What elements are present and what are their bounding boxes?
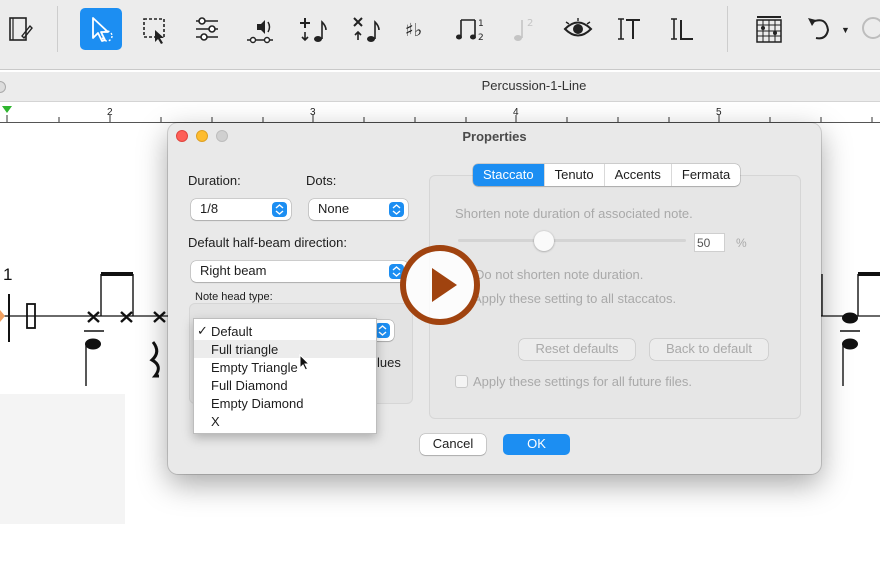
ruler-mark: 4 (513, 107, 519, 118)
chevron-updown-icon (272, 202, 287, 217)
dots-label: Dots: (306, 173, 337, 188)
tab-tenuto[interactable]: Tenuto (545, 164, 605, 186)
menu-item-default[interactable]: ✓ Default (194, 322, 376, 340)
sliders-icon[interactable] (186, 8, 228, 50)
menu-item-empty-diamond[interactable]: Empty Diamond (194, 394, 376, 412)
back-to-default-button[interactable]: Back to default (650, 339, 768, 360)
redo-icon[interactable] (862, 17, 880, 39)
svg-text:2: 2 (478, 33, 484, 43)
delete-note-icon[interactable] (345, 8, 387, 50)
document-edit-icon[interactable] (0, 8, 42, 50)
percent-unit: % (736, 236, 747, 250)
ok-button[interactable]: OK (503, 434, 570, 455)
half-beam-label: Default half-beam direction: (188, 235, 347, 250)
dots-select[interactable]: None (309, 199, 408, 220)
checkmark-icon: ✓ (197, 323, 208, 338)
voice-2-icon[interactable]: 2 (504, 8, 546, 50)
slider-thumb[interactable] (534, 231, 554, 251)
duration-label: Duration: (188, 173, 241, 188)
future-files-label: Apply these settings for all future file… (473, 374, 692, 389)
menu-item-full-triangle[interactable]: Full triangle (194, 340, 376, 358)
lyrics-cursor-icon[interactable] (661, 8, 703, 50)
svg-text:2: 2 (527, 18, 533, 29)
speaker-playback-icon[interactable] (239, 8, 281, 50)
main-toolbar: ♯♭ 12 2 ▼ (0, 0, 880, 70)
half-beam-select[interactable]: Right beam (191, 261, 408, 282)
half-beam-value: Right beam (200, 263, 267, 278)
tuplet-icon[interactable]: 12 (451, 8, 493, 50)
reset-defaults-button[interactable]: Reset defaults (519, 339, 635, 360)
menu-item-full-diamond[interactable]: Full Diamond (194, 376, 376, 394)
apply-all-staccatos-label[interactable]: Apply these setting to all staccatos. (473, 291, 676, 306)
ruler-mark: 2 (107, 107, 113, 118)
duration-value: 1/8 (200, 201, 219, 216)
dots-value: None (318, 201, 350, 216)
shorten-percent-input[interactable]: 50 (694, 233, 725, 252)
menu-item-empty-triangle[interactable]: Empty Triangle (194, 358, 376, 376)
document-titlebar: Percussion-1-Line (0, 72, 880, 102)
dialog-title: Properties (462, 129, 527, 144)
svg-text:1: 1 (478, 19, 484, 29)
menu-item-x[interactable]: X (194, 412, 376, 430)
notehead-label: Note head type: (195, 291, 273, 303)
no-shorten-label[interactable]: Do not shorten note duration. (475, 267, 643, 282)
chevron-updown-icon (389, 202, 404, 217)
shorten-slider[interactable] (458, 239, 686, 242)
undo-dropdown-icon[interactable]: ▼ (841, 25, 850, 35)
tab-staccato[interactable]: Staccato (473, 164, 545, 186)
box-select-icon[interactable] (133, 8, 175, 50)
future-files-checkbox[interactable] (455, 375, 468, 388)
ruler-mark: 5 (716, 107, 722, 118)
articulation-tabs: Staccato Tenuto Accents Fermata (473, 164, 741, 186)
document-title: Percussion-1-Line (481, 78, 587, 93)
chord-grid-icon[interactable] (748, 8, 790, 50)
svg-text:♯♭: ♯♭ (405, 20, 422, 41)
text-cursor-icon[interactable] (608, 8, 650, 50)
ruler-ticks (2, 106, 873, 122)
add-note-icon[interactable] (292, 8, 334, 50)
cancel-button[interactable]: Cancel (420, 434, 486, 455)
undo-icon[interactable] (798, 8, 840, 50)
notehead-menu: ✓ Default Full triangle Empty Triangle Fu… (193, 318, 377, 434)
mouse-cursor-icon (299, 354, 311, 371)
tab-fermata[interactable]: Fermata (672, 164, 740, 186)
eye-icon[interactable] (557, 8, 599, 50)
tab-accents[interactable]: Accents (605, 164, 672, 186)
chevron-updown-icon (375, 323, 390, 338)
selection-arrow-icon[interactable] (80, 8, 122, 50)
ruler-mark: 3 (310, 107, 316, 118)
obscured-label: lues (377, 355, 401, 370)
duration-select[interactable]: 1/8 (191, 199, 291, 220)
play-video-icon[interactable] (399, 244, 481, 326)
measure-number: 1 (3, 265, 13, 284)
measure-ruler[interactable]: 2 3 4 5 (0, 105, 880, 123)
accidentals-icon[interactable]: ♯♭ (398, 8, 440, 50)
shorten-label: Shorten note duration of associated note… (455, 206, 693, 221)
